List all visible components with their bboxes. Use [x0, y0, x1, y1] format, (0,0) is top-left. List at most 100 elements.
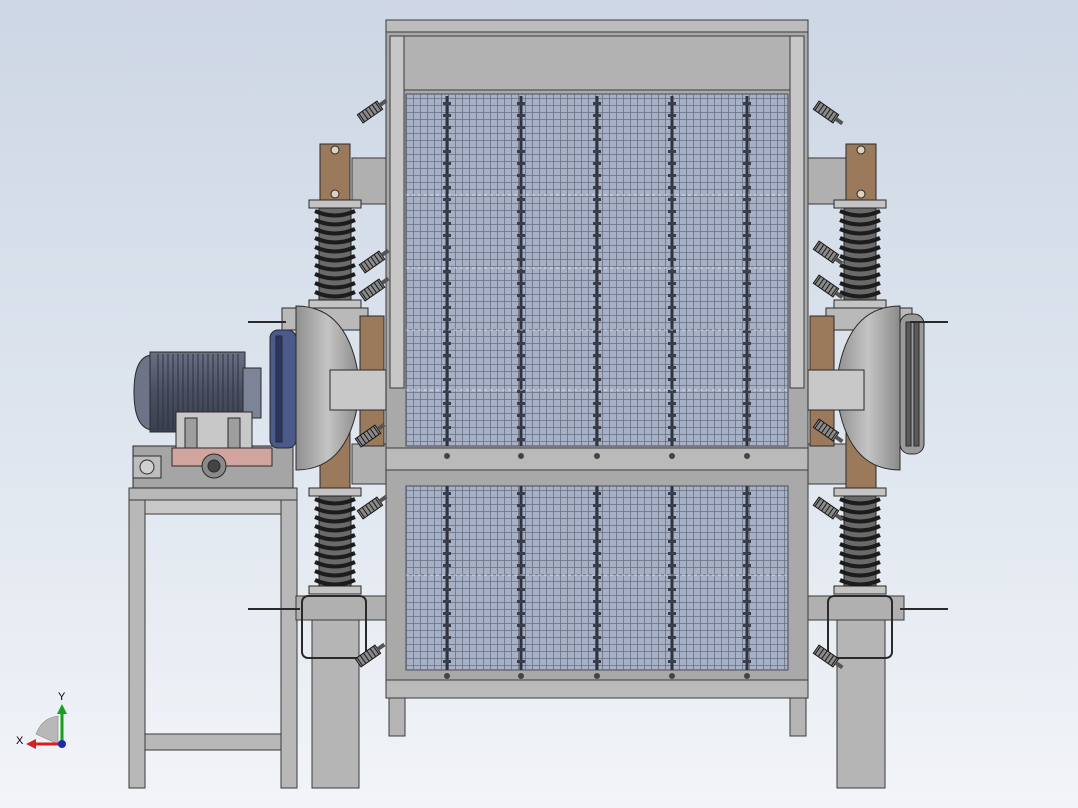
deck-bolt	[669, 453, 675, 459]
bar-clip	[593, 246, 601, 249]
bar-clip	[743, 492, 751, 495]
bar-clip	[443, 540, 451, 543]
deck-bolt	[518, 673, 524, 679]
bar-clip	[517, 186, 525, 189]
bar-clip	[443, 660, 451, 663]
bar-clip	[593, 234, 601, 237]
bar-clip	[593, 306, 601, 309]
angled-bolt	[356, 494, 388, 520]
bar-clip	[668, 540, 676, 543]
bar-clip	[743, 162, 751, 165]
bar-clip	[593, 402, 601, 405]
bar-clip	[443, 174, 451, 177]
bar-clip	[743, 540, 751, 543]
bar-clip	[443, 588, 451, 591]
bar-clip	[668, 342, 676, 345]
bar-clip	[517, 246, 525, 249]
bar-clip	[743, 378, 751, 381]
bar-clip	[743, 126, 751, 129]
bar-clip	[668, 270, 676, 273]
bar-clip	[443, 282, 451, 285]
bar-clip	[668, 492, 676, 495]
bar-clip	[668, 210, 676, 213]
bar-clip	[443, 564, 451, 567]
bar-clip	[443, 576, 451, 579]
bar-clip	[743, 294, 751, 297]
bar-clip	[517, 366, 525, 369]
bar-clip	[668, 504, 676, 507]
bar-clip	[668, 528, 676, 531]
bar-clip	[593, 612, 601, 615]
electric-motor	[132, 351, 294, 489]
bar-clip	[743, 438, 751, 441]
bar-clip	[593, 318, 601, 321]
bar-clip	[517, 102, 525, 105]
bar-clip	[668, 588, 676, 591]
deck-bolt	[594, 453, 600, 459]
angled-bolt	[812, 100, 844, 126]
bar-clip	[517, 114, 525, 117]
bar-clip	[443, 210, 451, 213]
bar-clip	[743, 624, 751, 627]
bar-clip	[743, 114, 751, 117]
bar-clip	[517, 612, 525, 615]
bar-clip	[443, 378, 451, 381]
bar-clip	[517, 198, 525, 201]
bar-clip	[443, 246, 451, 249]
bar-clip	[517, 636, 525, 639]
bar-clip	[443, 354, 451, 357]
bar-clip	[517, 150, 525, 153]
coil-spring	[839, 495, 881, 587]
bar-clip	[668, 246, 676, 249]
bar-clip	[593, 492, 601, 495]
bar-clip	[443, 624, 451, 627]
bar-clip	[668, 294, 676, 297]
bar-clip	[743, 198, 751, 201]
bar-clip	[668, 516, 676, 519]
bar-clip	[443, 234, 451, 237]
bar-clip	[517, 528, 525, 531]
bar-clip	[443, 528, 451, 531]
bar-clip	[517, 294, 525, 297]
angled-bolt	[356, 98, 388, 124]
bar-clip	[517, 576, 525, 579]
bar-clip	[517, 426, 525, 429]
bar-clip	[517, 378, 525, 381]
deck-bolt	[444, 453, 450, 459]
bar-clip	[443, 492, 451, 495]
bar-clip	[443, 516, 451, 519]
bar-clip	[593, 222, 601, 225]
bar-clip	[517, 234, 525, 237]
bar-clip	[743, 150, 751, 153]
bar-clip	[517, 126, 525, 129]
bar-clip	[668, 174, 676, 177]
bar-clip	[668, 636, 676, 639]
vibrating-screen-drawing: X Y	[16, 19, 948, 789]
bar-clip	[668, 186, 676, 189]
bar-clip	[743, 234, 751, 237]
cad-viewport[interactable]: X Y	[0, 0, 1078, 808]
bar-clip	[743, 138, 751, 141]
bar-clip	[593, 102, 601, 105]
bar-clip	[443, 186, 451, 189]
bar-clip	[517, 174, 525, 177]
bar-clip	[443, 150, 451, 153]
bar-clip	[517, 222, 525, 225]
bar-clip	[743, 576, 751, 579]
bar-clip	[517, 504, 525, 507]
bar-clip	[743, 210, 751, 213]
bar-clip	[593, 564, 601, 567]
bar-clip	[593, 540, 601, 543]
bar-clip	[517, 210, 525, 213]
bar-clip	[743, 366, 751, 369]
bar-clip	[517, 402, 525, 405]
bar-clip	[443, 438, 451, 441]
bar-clip	[743, 174, 751, 177]
bar-clip	[443, 552, 451, 555]
bar-clip	[743, 600, 751, 603]
bar-clip	[668, 438, 676, 441]
coil-spring	[839, 207, 881, 301]
deck-bolt	[444, 673, 450, 679]
bar-clip	[668, 318, 676, 321]
bar-clip	[593, 150, 601, 153]
